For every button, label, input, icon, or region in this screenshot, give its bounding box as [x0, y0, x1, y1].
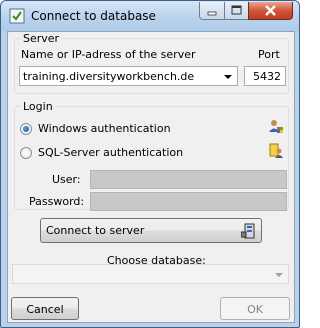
- password-input[interactable]: [90, 192, 287, 211]
- ok-button-label: OK: [247, 303, 263, 316]
- sql-auth-radio[interactable]: [20, 147, 32, 159]
- title-bar[interactable]: Connect to database: [1, 1, 299, 31]
- chevron-down-icon[interactable]: [224, 75, 232, 79]
- connect-button-label: Connect to server: [46, 224, 145, 237]
- login-group-label: Login: [21, 100, 55, 113]
- database-icon: [9, 8, 25, 24]
- cancel-button[interactable]: Cancel: [11, 297, 79, 320]
- minimize-icon: [207, 11, 217, 16]
- cancel-button-label: Cancel: [26, 303, 64, 316]
- sql-auth-label[interactable]: SQL-Server authentication: [38, 146, 183, 159]
- minimize-button[interactable]: [199, 2, 225, 20]
- connect-server-icon: [241, 223, 255, 239]
- server-name-label: Name or IP-adress of the server: [21, 48, 196, 61]
- server-group: Server Name or IP-adress of the server P…: [14, 32, 289, 94]
- maximize-button[interactable]: [224, 2, 249, 20]
- maximize-icon: [231, 5, 242, 15]
- connect-to-server-button[interactable]: Connect to server: [40, 218, 262, 243]
- user-input[interactable]: [90, 170, 287, 189]
- server-name-combobox[interactable]: training.diversityworkbench.de: [19, 66, 238, 86]
- user-label: User:: [52, 173, 81, 186]
- password-label: Password:: [29, 195, 85, 208]
- port-value: 5432: [253, 70, 281, 83]
- connect-dialog: Connect to database Server Name or IP-ad…: [0, 0, 300, 328]
- database-combobox[interactable]: [12, 264, 289, 284]
- close-button[interactable]: [248, 2, 293, 20]
- windows-auth-label[interactable]: Windows authentication: [38, 122, 171, 135]
- port-label: Port: [258, 48, 280, 61]
- server-group-label: Server: [21, 32, 62, 45]
- dialog-body: Server Name or IP-adress of the server P…: [7, 31, 295, 323]
- login-group: Login Windows authentication SQL-Server …: [14, 100, 289, 211]
- close-icon: [265, 5, 276, 16]
- radio-selected-dot: [23, 126, 29, 132]
- port-input[interactable]: 5432: [244, 66, 286, 86]
- sql-server-user-icon: [269, 143, 283, 158]
- windows-user-icon: [269, 120, 283, 133]
- window-title: Connect to database: [31, 9, 156, 23]
- windows-auth-radio[interactable]: [20, 123, 32, 135]
- chevron-down-icon[interactable]: [275, 273, 283, 277]
- ok-button[interactable]: OK: [220, 297, 290, 320]
- server-name-value: training.diversityworkbench.de: [23, 70, 195, 83]
